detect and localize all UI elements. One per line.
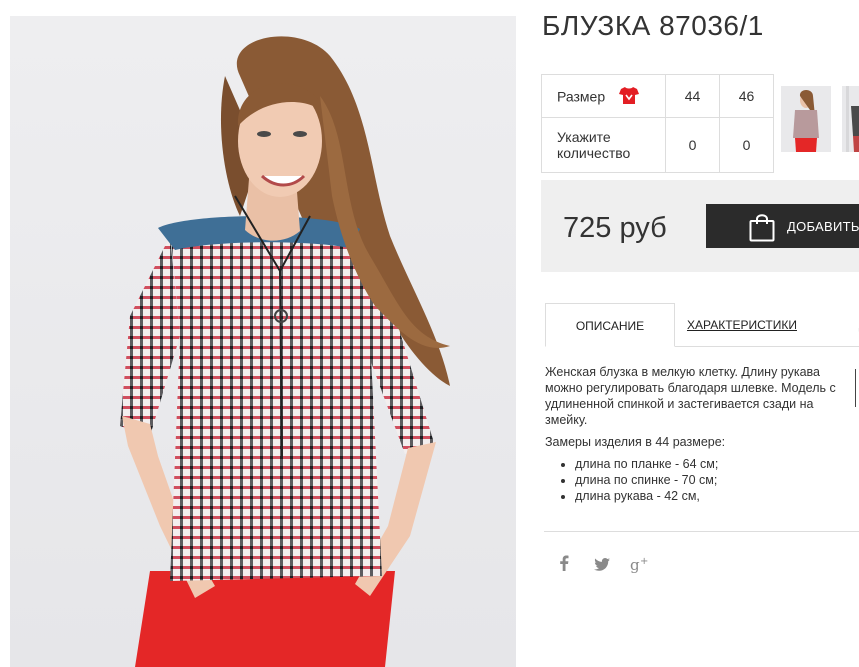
list-item: длина по спинке - 70 см; xyxy=(575,472,851,488)
size-option-46[interactable]: 46 xyxy=(719,74,774,118)
product-main-photo[interactable] xyxy=(10,16,516,667)
measurements-title: Замеры изделия в 44 размере: xyxy=(545,435,726,449)
bag-icon xyxy=(749,212,775,245)
facebook-icon[interactable] xyxy=(559,555,569,576)
tab-characteristics[interactable]: ХАРАКТЕРИСТИКИ xyxy=(675,303,809,347)
product-title: БЛУЗКА 87036/1 xyxy=(542,10,764,41)
size-label-cell: Размер xyxy=(541,74,666,118)
product-thumbnail-1[interactable] xyxy=(781,86,831,152)
list-item: длина по планке - 64 см; xyxy=(575,456,851,472)
price-box: 725 руб ДОБАВИТЬ xyxy=(541,180,859,272)
description-panel: Женская блузка в мелкую клетку. Длину ру… xyxy=(545,364,851,504)
size-option-44[interactable]: 44 xyxy=(665,74,720,118)
tab-description[interactable]: ОПИСАНИЕ xyxy=(545,303,675,347)
product-photo-illustration xyxy=(120,36,450,667)
google-plus-icon[interactable]: g + xyxy=(630,556,650,579)
product-thumbnail-2[interactable] xyxy=(842,86,859,152)
svg-text:g: g xyxy=(630,556,640,574)
quantity-input-46[interactable]: 0 xyxy=(719,117,774,173)
quantity-label: Укажите количество xyxy=(541,117,666,173)
add-to-cart-button[interactable]: ДОБАВИТЬ xyxy=(706,204,859,248)
quantity-row: Укажите количество 0 0 xyxy=(541,117,774,173)
svg-text:+: + xyxy=(640,556,648,567)
thumbnail-image xyxy=(781,86,831,152)
description-scrollbar[interactable] xyxy=(855,369,856,407)
shirt-icon[interactable] xyxy=(619,86,640,107)
product-tabs: ОПИСАНИЕ ХАРАКТЕРИСТИКИ Д xyxy=(545,303,859,347)
description-text: Женская блузка в мелкую клетку. Длину ру… xyxy=(545,365,836,427)
size-label: Размер xyxy=(557,88,606,104)
measurements-list: длина по планке - 64 см; длина по спинке… xyxy=(545,456,851,504)
list-item: длина рукава - 42 см, xyxy=(575,488,851,504)
tab-delivery[interactable]: Д xyxy=(853,303,859,347)
separator xyxy=(544,531,859,532)
quantity-input-44[interactable]: 0 xyxy=(665,117,720,173)
twitter-icon[interactable] xyxy=(594,558,610,576)
price-value: 725 руб xyxy=(563,212,667,244)
thumbnail-image xyxy=(842,86,859,152)
size-row: Размер 44 46 xyxy=(541,74,774,118)
size-quantity-table: Размер 44 46 Укажите количество 0 0 xyxy=(541,74,774,173)
add-to-cart-label: ДОБАВИТЬ xyxy=(787,219,859,234)
